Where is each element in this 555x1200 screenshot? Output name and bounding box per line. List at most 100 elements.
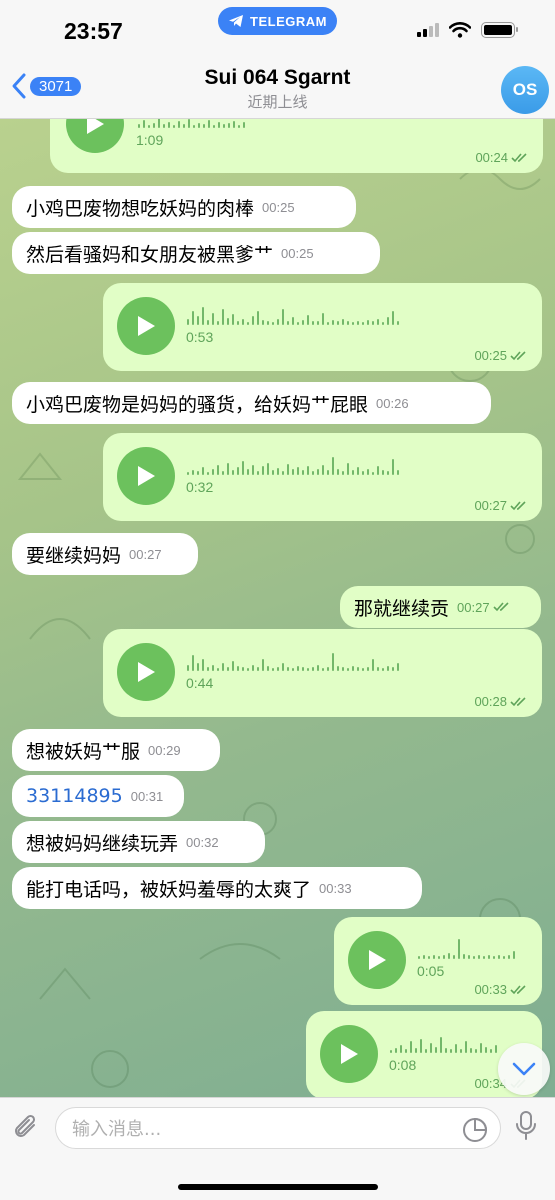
incoming-message[interactable]: 能打电话吗，被妖妈羞辱的太爽了 00:33 xyxy=(12,867,422,909)
message-text: 那就继续贡 xyxy=(354,597,450,620)
sticker-icon xyxy=(463,1117,488,1142)
voice-waveform xyxy=(187,647,399,671)
double-check-icon xyxy=(510,984,526,994)
voice-duration: 0:08 xyxy=(389,1057,417,1073)
message-time: 00:24 xyxy=(475,150,508,165)
chat-header: 3071 Sui 064 Sgarnt 近期上线 OS xyxy=(0,62,555,119)
battery-icon xyxy=(481,22,518,38)
avatar[interactable]: OS xyxy=(501,66,549,114)
message-time: 00:28 xyxy=(474,694,507,709)
voice-duration: 0:53 xyxy=(186,329,214,345)
voice-duration: 0:05 xyxy=(417,963,445,979)
message-text: 小鸡巴废物是妈妈的骚货，给妖妈艹屁眼 xyxy=(26,393,369,416)
chat-title-area[interactable]: Sui 064 Sgarnt 近期上线 xyxy=(0,66,555,112)
voice-message[interactable]: 0:05 00:33 xyxy=(334,917,542,1005)
message-text: 想被妈妈继续玩弄 xyxy=(26,832,179,855)
play-icon xyxy=(138,662,155,682)
status-time: 23:57 xyxy=(64,18,123,44)
play-icon xyxy=(369,950,386,970)
voice-duration: 0:44 xyxy=(186,675,214,691)
telegram-pill-label: TELEGRAM xyxy=(250,13,327,29)
microphone-button[interactable] xyxy=(514,1110,538,1146)
telegram-chat-screen: 23:57 TELEGRAM 3071 Sui 064 Sgarnt 近期上线 xyxy=(0,0,555,1200)
message-text: 然后看骚妈和女朋友被黑爹艹 xyxy=(26,243,274,266)
paperclip-icon xyxy=(15,1114,36,1137)
outgoing-message[interactable]: 那就继续贡 00:27 xyxy=(340,586,541,628)
voice-waveform xyxy=(187,451,399,475)
telegram-icon xyxy=(229,15,244,27)
message-time: 00:26 xyxy=(376,395,409,411)
home-indicator[interactable] xyxy=(178,1184,378,1190)
signal-icon xyxy=(417,23,439,37)
message-text: 要继续妈妈 xyxy=(26,544,122,567)
message-time: 00:27 xyxy=(457,599,490,615)
double-check-icon xyxy=(511,152,527,162)
voice-duration: 0:32 xyxy=(186,479,214,495)
message-time: 00:31 xyxy=(130,788,164,804)
play-button[interactable] xyxy=(117,643,175,701)
sticker-button[interactable] xyxy=(462,1117,488,1148)
voice-message[interactable]: 1:09 00:24 xyxy=(50,119,543,173)
play-button[interactable] xyxy=(66,119,124,153)
message-time: 00:33 xyxy=(474,982,507,997)
message-meta: 00:28 xyxy=(474,694,528,709)
message-input[interactable]: 输入消息... xyxy=(55,1107,501,1149)
message-time: 00:29 xyxy=(148,742,181,758)
incoming-message[interactable]: 33114895 00:31 xyxy=(12,775,184,817)
message-meta: 00:33 xyxy=(474,982,528,997)
incoming-message[interactable]: 想被妈妈继续玩弄 00:32 xyxy=(12,821,265,863)
message-text: 能打电话吗，被妖妈羞辱的太爽了 xyxy=(26,878,312,901)
wifi-icon xyxy=(449,22,471,38)
double-check-icon xyxy=(492,602,509,612)
double-check-icon xyxy=(510,696,526,706)
incoming-message[interactable]: 要继续妈妈 00:27 xyxy=(12,533,198,575)
incoming-message[interactable]: 小鸡巴废物是妈妈的骚货，给妖妈艹屁眼 00:26 xyxy=(12,382,491,424)
chevron-down-icon xyxy=(512,1062,536,1076)
voice-waveform xyxy=(138,119,245,128)
voice-message[interactable]: 0:44 00:28 xyxy=(103,629,542,717)
message-list[interactable]: 1:09 00:24 小鸡巴废物想吃妖妈的肉棒 00:25 然后看骚妈和女朋友被黑… xyxy=(0,119,555,1097)
message-time: 00:25 xyxy=(474,348,507,363)
message-time: 00:32 xyxy=(186,834,219,850)
message-meta: 00:27 xyxy=(457,600,511,615)
play-icon xyxy=(138,466,155,486)
status-icons xyxy=(417,22,518,38)
play-icon xyxy=(341,1044,358,1064)
chat-title: Sui 064 Sgarnt xyxy=(204,66,351,89)
attach-button[interactable] xyxy=(12,1112,42,1148)
play-icon xyxy=(138,316,155,336)
message-time: 00:27 xyxy=(474,498,507,513)
message-text: 想被妖妈艹服 xyxy=(26,740,141,763)
voice-waveform xyxy=(187,301,399,325)
play-button[interactable] xyxy=(117,297,175,355)
phone-number-link[interactable]: 33114895 xyxy=(26,785,123,807)
message-meta: 00:24 xyxy=(475,150,529,165)
scroll-to-bottom-button[interactable] xyxy=(498,1043,550,1095)
play-button[interactable] xyxy=(320,1025,378,1083)
voice-message[interactable]: 0:32 00:27 xyxy=(103,433,542,521)
message-text: 小鸡巴废物想吃妖妈的肉棒 xyxy=(26,197,255,220)
voice-waveform xyxy=(418,935,515,959)
play-button[interactable] xyxy=(348,931,406,989)
message-meta: 00:25 xyxy=(474,348,528,363)
message-time: 00:27 xyxy=(129,546,162,562)
message-time: 00:33 xyxy=(319,880,352,896)
double-check-icon xyxy=(510,500,526,510)
message-meta: 00:27 xyxy=(474,498,528,513)
voice-message[interactable]: 0:53 00:25 xyxy=(103,283,542,371)
incoming-message[interactable]: 小鸡巴废物想吃妖妈的肉棒 00:25 xyxy=(12,186,356,228)
play-button[interactable] xyxy=(117,447,175,505)
message-time: 00:25 xyxy=(281,245,314,261)
incoming-message[interactable]: 想被妖妈艹服 00:29 xyxy=(12,729,220,771)
chat-status: 近期上线 xyxy=(247,93,308,111)
voice-duration: 1:09 xyxy=(136,132,164,148)
telegram-pill[interactable]: TELEGRAM xyxy=(218,7,337,35)
incoming-message[interactable]: 然后看骚妈和女朋友被黑爹艹 00:25 xyxy=(12,232,380,274)
message-time: 00:25 xyxy=(262,199,295,215)
voice-waveform xyxy=(390,1029,497,1053)
microphone-icon xyxy=(516,1111,536,1140)
status-bar: 23:57 TELEGRAM xyxy=(0,0,555,62)
message-input-placeholder: 输入消息... xyxy=(72,1119,162,1140)
double-check-icon xyxy=(510,350,526,360)
play-icon xyxy=(87,119,104,134)
